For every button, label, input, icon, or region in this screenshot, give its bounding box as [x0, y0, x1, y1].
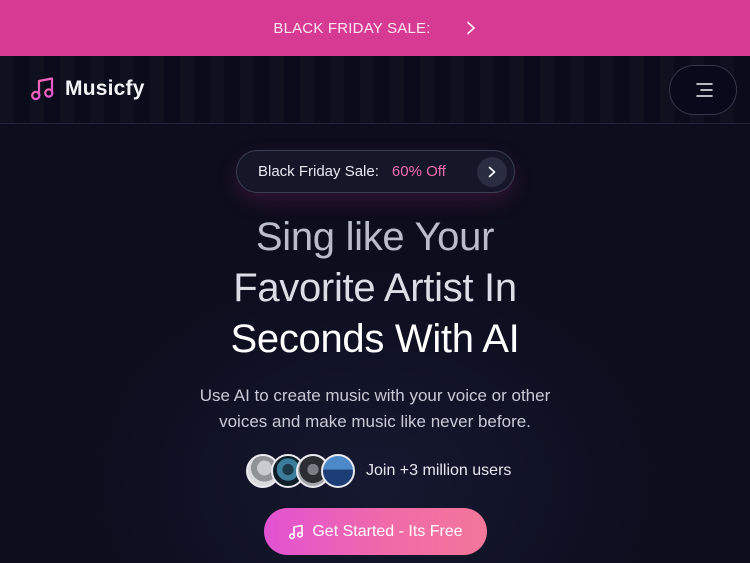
brand-logo-link[interactable]: Musicfy [30, 76, 145, 102]
brand-name: Musicfy [65, 77, 145, 100]
music-note-icon [30, 76, 56, 102]
menu-button[interactable] [669, 65, 737, 115]
hamburger-menu-icon [693, 82, 713, 98]
sale-pill-label: Black Friday Sale: [258, 163, 379, 180]
black-friday-pill[interactable]: Black Friday Sale: 60% Off [236, 150, 515, 193]
social-proof: Join +3 million users [246, 454, 511, 488]
sale-banner-text: BLACK FRIDAY SALE: [273, 19, 431, 37]
hero-title: Sing like Your Favorite Artist In Second… [75, 212, 675, 365]
hero-title-line: Favorite Artist In [233, 266, 517, 310]
site-header: Musicfy [0, 56, 750, 124]
get-started-button[interactable]: Get Started - Its Free [264, 508, 487, 555]
sale-pill-offer: 60% Off [391, 163, 446, 180]
hero-title-line: Sing like Your [255, 215, 495, 259]
music-note-icon [288, 524, 304, 540]
chevron-right-icon [465, 21, 477, 35]
avatar-group [246, 454, 355, 488]
hero-subtitle-line: Use AI to create music with your voice o… [199, 386, 551, 405]
users-count-text: Join +3 million users [366, 462, 512, 479]
avatar [321, 454, 355, 488]
chevron-right-icon [477, 157, 507, 187]
hero-subtitle: Use AI to create music with your voice o… [150, 383, 600, 435]
hero-title-line: Seconds With AI [230, 317, 520, 361]
hero-subtitle-line: voices and make music like never before. [219, 412, 531, 431]
get-started-label: Get Started - Its Free [312, 522, 463, 540]
sale-banner[interactable]: BLACK FRIDAY SALE: [0, 0, 750, 56]
